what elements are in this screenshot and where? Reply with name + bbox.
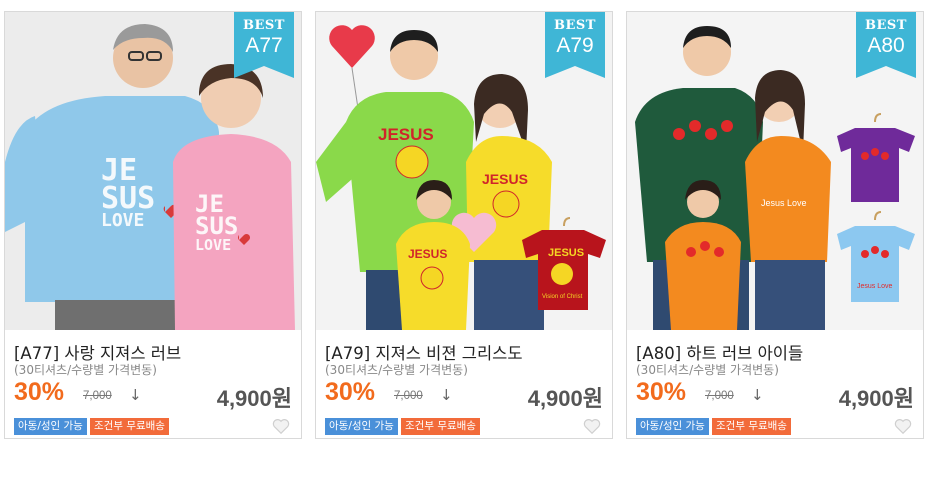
down-arrow-icon: ↓	[751, 386, 764, 404]
product-subtitle: (30티셔츠/수량별 가격변동)	[14, 363, 157, 377]
print-text: JESUS	[408, 247, 447, 261]
best-badge: BEST A77	[234, 12, 294, 78]
down-arrow-icon: ↓	[440, 386, 453, 404]
product-card-a80[interactable]: Jesus Love Jesus Love BEST A80 [A80] 하트 …	[626, 11, 924, 439]
down-arrow-icon: ↓	[129, 386, 142, 404]
tag-kids-adult: 아동/성인 가능	[325, 418, 398, 435]
heart-outline-icon[interactable]	[583, 418, 601, 435]
sale-price: 4,900원	[216, 386, 292, 411]
print-text: Jesus Love	[857, 283, 893, 290]
product-subtitle: (30티셔츠/수량별 가격변동)	[325, 363, 468, 377]
print-text: Vision of Christ	[542, 294, 583, 300]
badge-code: A80	[867, 34, 905, 57]
tag-kids-adult: 아동/성인 가능	[636, 418, 709, 435]
original-price: 7,000	[83, 390, 112, 402]
tag-free-shipping: 조건부 무료배송	[401, 418, 480, 435]
badge-label: BEST	[554, 18, 596, 33]
heart-outline-icon[interactable]	[894, 418, 912, 435]
original-price: 7,000	[394, 390, 423, 402]
product-subtitle: (30티셔츠/수량별 가격변동)	[636, 363, 779, 377]
tag-free-shipping: 조건부 무료배송	[712, 418, 791, 435]
product-card-a79[interactable]: JESUS JESUS JESUS JESUS Vision of Christ	[315, 11, 613, 439]
best-badge: BEST A79	[545, 12, 605, 78]
discount-rate: 30%	[636, 378, 687, 406]
print-text: JESUS	[548, 247, 584, 259]
print-text: JESUS	[482, 171, 528, 187]
best-badge: BEST A80	[856, 12, 916, 78]
print-text: LOVE	[101, 210, 144, 231]
tag-free-shipping: 조건부 무료배송	[90, 418, 169, 435]
badge-label: BEST	[865, 18, 907, 33]
product-card-a77[interactable]: JE SUS LOVE JE SUS LOVE BEST A77 [A77] 사…	[4, 11, 302, 439]
badge-code: A79	[556, 34, 594, 57]
print-text: Jesus Love	[761, 198, 807, 208]
sale-price: 4,900원	[527, 386, 603, 411]
print-text: JESUS	[378, 125, 434, 144]
heart-outline-icon[interactable]	[272, 418, 290, 435]
sale-price: 4,900원	[838, 386, 914, 411]
original-price: 7,000	[705, 390, 734, 402]
discount-rate: 30%	[14, 378, 65, 406]
tag-kids-adult: 아동/성인 가능	[14, 418, 87, 435]
badge-code: A77	[245, 34, 283, 57]
print-text: LOVE	[195, 236, 231, 254]
badge-label: BEST	[243, 18, 285, 33]
discount-rate: 30%	[325, 378, 376, 406]
